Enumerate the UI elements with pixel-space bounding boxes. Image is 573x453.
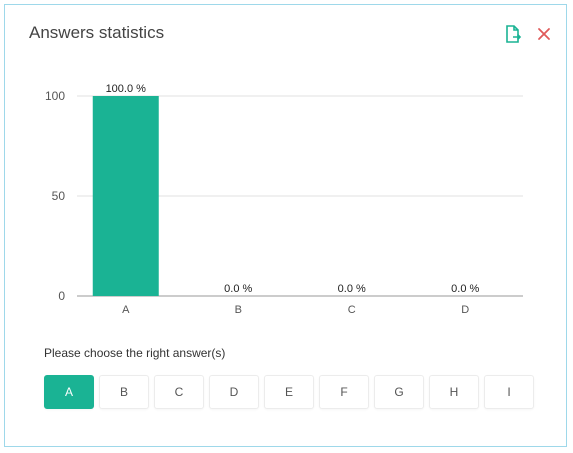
answer-option-e[interactable]: E xyxy=(264,375,314,409)
answer-options: ABCDEFGHI xyxy=(44,375,534,409)
x-tick-label: B xyxy=(235,304,242,316)
bar xyxy=(92,96,159,296)
answer-option-f[interactable]: F xyxy=(319,375,369,409)
answers-bar-chart: 0 50 100 100.0 % A 0.0 % B 0.0 % C 0.0 % D xyxy=(45,83,523,316)
answer-option-h[interactable]: H xyxy=(429,375,479,409)
answer-option-c[interactable]: C xyxy=(154,375,204,409)
answer-option-i[interactable]: I xyxy=(484,375,534,409)
y-tick-label: 50 xyxy=(52,189,66,203)
y-tick-label: 100 xyxy=(45,89,65,103)
data-label: 0.0 % xyxy=(338,283,366,295)
data-label: 0.0 % xyxy=(451,283,479,295)
data-label: 100.0 % xyxy=(106,83,147,95)
data-label: 0.0 % xyxy=(224,283,252,295)
y-tick-label: 0 xyxy=(58,289,65,303)
answer-option-d[interactable]: D xyxy=(209,375,259,409)
answer-option-b[interactable]: B xyxy=(99,375,149,409)
answer-option-g[interactable]: G xyxy=(374,375,424,409)
x-tick-label: D xyxy=(461,304,469,316)
answers-statistics-dialog: Answers statistics 0 50 100 100.0 % A 0.0 % B 0… xyxy=(4,4,567,447)
x-tick-label: A xyxy=(122,304,130,316)
x-tick-label: C xyxy=(348,304,356,316)
answer-option-a[interactable]: A xyxy=(44,375,94,409)
answer-prompt: Please choose the right answer(s) xyxy=(44,346,226,360)
